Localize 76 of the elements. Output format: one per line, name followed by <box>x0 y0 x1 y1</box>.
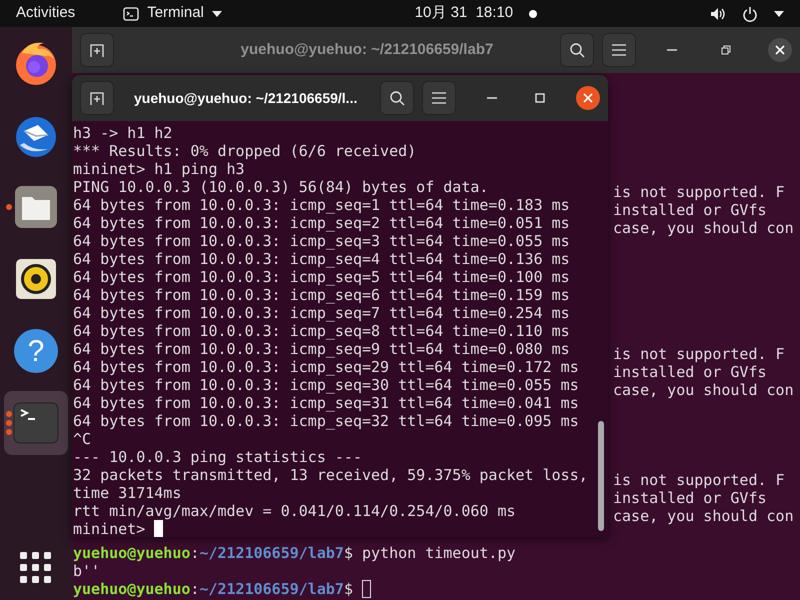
close-icon <box>583 93 593 103</box>
minimize-icon <box>487 97 497 99</box>
running-indicator <box>6 204 12 210</box>
caret-icon[interactable] <box>774 10 784 16</box>
terminal-line: 64 bytes from 10.0.0.3: icmp_seq=6 ttl=64 time=0.159 ms <box>73 286 570 304</box>
scrollbar[interactable] <box>598 421 604 531</box>
terminal-line: h3 -> h1 h2 <box>73 124 172 142</box>
terminal-line: b'' <box>73 562 100 580</box>
new-tab-button[interactable] <box>80 81 114 115</box>
maximize-icon <box>721 45 731 55</box>
terminal-line: 64 bytes from 10.0.0.3: icmp_seq=2 ttl=64 time=0.051 ms <box>73 214 570 232</box>
terminal-line: is not supported. F <box>613 345 785 363</box>
menu-icon <box>432 92 446 104</box>
question-mark: ? <box>28 334 44 370</box>
terminal-line: 64 bytes from 10.0.0.3: icmp_seq=7 ttl=64 time=0.254 ms <box>73 304 570 322</box>
terminal-line: mininet> <box>73 520 146 537</box>
search-icon <box>569 42 585 58</box>
terminal-line: installed or GVfs <box>613 201 767 219</box>
search-button[interactable] <box>560 33 594 67</box>
terminal-line: installed or GVfs <box>613 363 767 381</box>
new-tab-button[interactable] <box>80 33 114 67</box>
terminal-line: case, you should con <box>613 219 794 237</box>
terminal-line: --- 10.0.0.3 ping statistics --- <box>73 448 362 466</box>
close-button[interactable] <box>768 38 792 62</box>
app-grid-icon[interactable] <box>20 552 52 584</box>
terminal-line: mininet> h1 ping h3 <box>73 160 245 178</box>
terminal-line: 64 bytes from 10.0.0.3: icmp_seq=5 ttl=64 time=0.100 ms <box>73 268 570 286</box>
app-menu[interactable]: Terminal <box>147 2 204 25</box>
menu-button[interactable] <box>422 81 456 115</box>
search-icon <box>389 90 405 106</box>
close-button[interactable] <box>576 86 600 110</box>
clock[interactable]: 10月 31 18:10 <box>414 2 514 25</box>
minimize-icon <box>667 49 677 51</box>
terminal-line: case, you should con <box>613 381 794 399</box>
terminal-line: is not supported. F <box>613 471 785 489</box>
terminal-line: PING 10.0.0.3 (10.0.0.3) 56(84) bytes of data. <box>73 178 488 196</box>
volume-icon[interactable] <box>710 6 726 20</box>
window-title: yuehuo@yuehuo: ~/212106659/lab7 <box>240 40 494 60</box>
terminal-line: *** Results: 0% dropped (6/6 received) <box>73 142 416 160</box>
terminal-line: 64 bytes from 10.0.0.3: icmp_seq=29 ttl=64 time=0.172 ms <box>73 358 579 376</box>
folder-icon <box>12 183 60 231</box>
prompt-path: ~/212106659/lab7 <box>199 544 344 562</box>
terminal-line: 64 bytes from 10.0.0.3: icmp_seq=4 ttl=64 time=0.136 ms <box>73 250 570 268</box>
terminal-line: 64 bytes from 10.0.0.3: icmp_seq=30 ttl=64 time=0.055 ms <box>73 376 579 394</box>
caret-icon <box>212 10 222 16</box>
terminal-line: installed or GVfs <box>613 489 767 507</box>
command-text: $ python timeout.py <box>344 544 516 562</box>
menu-icon <box>612 44 626 56</box>
search-button[interactable] <box>380 81 414 115</box>
window-title: yuehuo@yuehuo: ~/212106659/l... <box>134 88 358 108</box>
prompt-user: yuehuo@yuehuo <box>73 580 190 598</box>
terminal-line: case, you should con <box>613 507 794 525</box>
terminal-line: rtt min/avg/max/mdev = 0.041/0.114/0.254/0.060 ms <box>73 502 516 520</box>
terminal-line: 64 bytes from 10.0.0.3: icmp_seq=1 ttl=64 time=0.183 ms <box>73 196 570 214</box>
prompt-user: yuehuo@yuehuo <box>73 544 190 562</box>
activities-button[interactable]: Activities <box>16 2 76 25</box>
terminal-line: ^C <box>73 430 92 448</box>
terminal-icon <box>123 6 140 20</box>
terminal-line: 64 bytes from 10.0.0.3: icmp_seq=32 ttl=64 time=0.095 ms <box>73 412 579 430</box>
maximize-icon <box>535 93 545 103</box>
terminal-line: 64 bytes from 10.0.0.3: icmp_seq=31 ttl=64 time=0.041 ms <box>73 394 579 412</box>
prompt-path: ~/212106659/lab7 <box>199 580 344 598</box>
terminal-line: time 31714ms <box>73 484 182 502</box>
terminal-line: 64 bytes from 10.0.0.3: icmp_seq=3 ttl=64 time=0.055 ms <box>73 232 570 250</box>
new-tab-icon <box>89 90 105 106</box>
prompt-separator: : <box>190 580 200 598</box>
close-icon <box>775 45 785 55</box>
power-icon[interactable] <box>742 6 758 22</box>
menu-button[interactable] <box>602 33 636 67</box>
new-tab-icon <box>89 42 105 58</box>
terminal-line: is not supported. F <box>613 183 785 201</box>
prompt-separator: : <box>190 544 200 562</box>
terminal-line: 64 bytes from 10.0.0.3: icmp_seq=9 ttl=64 time=0.080 ms <box>73 340 570 358</box>
terminal-line: 32 packets transmitted, 13 received, 59.375% packet loss, <box>73 466 588 484</box>
terminal-line: 64 bytes from 10.0.0.3: icmp_seq=8 ttl=64 time=0.110 ms <box>73 322 570 340</box>
command-text: $ <box>344 580 354 598</box>
